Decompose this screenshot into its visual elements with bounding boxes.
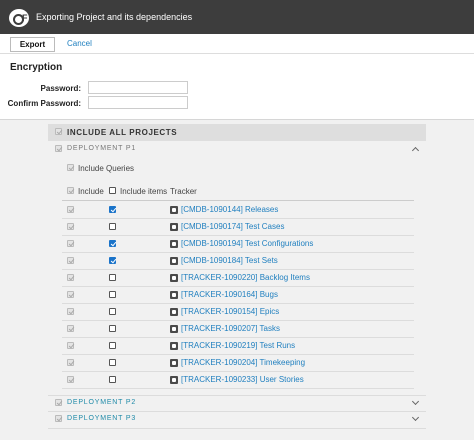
- row-include-checkbox[interactable]: [67, 325, 74, 332]
- row-divider: [62, 371, 414, 372]
- include-column-checkbox[interactable]: [67, 187, 74, 194]
- deployment-divider: [48, 411, 426, 412]
- tracker-link[interactable]: [TRACKER-1090207] Tasks: [181, 324, 280, 333]
- deployment-divider: [48, 428, 426, 429]
- tracker-link[interactable]: [TRACKER-1090204] Timekeeping: [181, 358, 305, 367]
- row-include-items-checkbox[interactable]: [109, 240, 116, 247]
- toolbar: Export Cancel: [0, 34, 474, 54]
- deployment-divider: [48, 395, 426, 396]
- row-divider: [62, 320, 414, 321]
- test-sets-icon: [170, 257, 178, 265]
- row-include-checkbox[interactable]: [67, 257, 74, 264]
- tracker-link[interactable]: [CMDB-1090174] Test Cases: [181, 222, 284, 231]
- include-items-column-checkbox[interactable]: [109, 187, 116, 194]
- row-include-checkbox[interactable]: [67, 359, 74, 366]
- row-divider: [62, 303, 414, 304]
- row-include-checkbox[interactable]: [67, 376, 74, 383]
- table-header-divider: [62, 200, 414, 201]
- password-input[interactable]: [88, 81, 188, 94]
- include-queries-label: Include Queries: [78, 164, 135, 173]
- releases-icon: [170, 206, 178, 214]
- row-include-items-checkbox[interactable]: [109, 291, 116, 298]
- tracker-column-header: Tracker: [170, 187, 197, 196]
- tracker-link[interactable]: [CMDB-1090194] Test Configurations: [181, 239, 313, 248]
- test-cases-icon: [170, 223, 178, 231]
- row-include-items-checkbox[interactable]: [109, 376, 116, 383]
- confirm-password-input[interactable]: [88, 96, 188, 109]
- row-divider: [62, 286, 414, 287]
- row-include-items-checkbox[interactable]: [109, 342, 116, 349]
- test-runs-icon: [170, 342, 178, 350]
- user-stories-icon: [170, 376, 178, 384]
- deployment-p2-label[interactable]: DEPLOYMENT P2: [67, 399, 136, 406]
- app-logo-icon: F: [9, 9, 29, 27]
- row-divider: [62, 354, 414, 355]
- encryption-heading: Encryption: [10, 62, 63, 73]
- export-button[interactable]: Export: [10, 37, 55, 52]
- row-include-checkbox[interactable]: [67, 291, 74, 298]
- row-include-checkbox[interactable]: [67, 274, 74, 281]
- row-include-items-checkbox[interactable]: [109, 223, 116, 230]
- row-include-items-checkbox[interactable]: [109, 206, 116, 213]
- backlog-items-icon: [170, 274, 178, 282]
- row-divider: [62, 252, 414, 253]
- timekeeping-icon: [170, 359, 178, 367]
- row-include-checkbox[interactable]: [67, 240, 74, 247]
- include-all-label: INCLUDE ALL PROJECTS: [67, 128, 178, 137]
- row-include-checkbox[interactable]: [67, 342, 74, 349]
- row-divider: [62, 269, 414, 270]
- title-bar: F Exporting Project and its dependencies: [0, 0, 474, 34]
- row-include-checkbox[interactable]: [67, 206, 74, 213]
- tracker-link[interactable]: [TRACKER-1090154] Epics: [181, 307, 279, 316]
- test-configurations-icon: [170, 240, 178, 248]
- row-include-items-checkbox[interactable]: [109, 325, 116, 332]
- include-queries-checkbox[interactable]: [67, 164, 74, 171]
- include-column-header: Include: [78, 187, 104, 196]
- tracker-link[interactable]: [CMDB-1090144] Releases: [181, 205, 278, 214]
- include-items-column-header: Include items: [120, 187, 168, 196]
- include-all-checkbox[interactable]: [55, 128, 62, 135]
- row-divider: [62, 337, 414, 338]
- deployment-p3-checkbox[interactable]: [55, 415, 62, 422]
- row-include-items-checkbox[interactable]: [109, 274, 116, 281]
- deployment-p2-checkbox[interactable]: [55, 399, 62, 406]
- row-include-checkbox[interactable]: [67, 223, 74, 230]
- deployment-p3-label[interactable]: DEPLOYMENT P3: [67, 415, 136, 422]
- deployment-p1-checkbox[interactable]: [55, 145, 62, 152]
- tasks-icon: [170, 325, 178, 333]
- epics-icon: [170, 308, 178, 316]
- row-include-items-checkbox[interactable]: [109, 257, 116, 264]
- password-label: Password:: [40, 84, 81, 93]
- row-divider: [62, 388, 414, 389]
- bugs-icon: [170, 291, 178, 299]
- row-divider: [62, 218, 414, 219]
- deployment-p1-label[interactable]: DEPLOYMENT P1: [67, 145, 136, 152]
- row-include-items-checkbox[interactable]: [109, 359, 116, 366]
- tracker-link[interactable]: [TRACKER-1090164] Bugs: [181, 290, 278, 299]
- row-include-checkbox[interactable]: [67, 308, 74, 315]
- confirm-password-label: Confirm Password:: [7, 99, 81, 108]
- row-include-items-checkbox[interactable]: [109, 308, 116, 315]
- row-divider: [62, 235, 414, 236]
- cancel-button[interactable]: Cancel: [67, 39, 92, 48]
- tracker-link[interactable]: [TRACKER-1090220] Backlog Items: [181, 273, 310, 282]
- tracker-link[interactable]: [TRACKER-1090219] Test Runs: [181, 341, 295, 350]
- tracker-link[interactable]: [TRACKER-1090233] User Stories: [181, 375, 304, 384]
- tracker-link[interactable]: [CMDB-1090184] Test Sets: [181, 256, 278, 265]
- window-title: Exporting Project and its dependencies: [36, 12, 193, 22]
